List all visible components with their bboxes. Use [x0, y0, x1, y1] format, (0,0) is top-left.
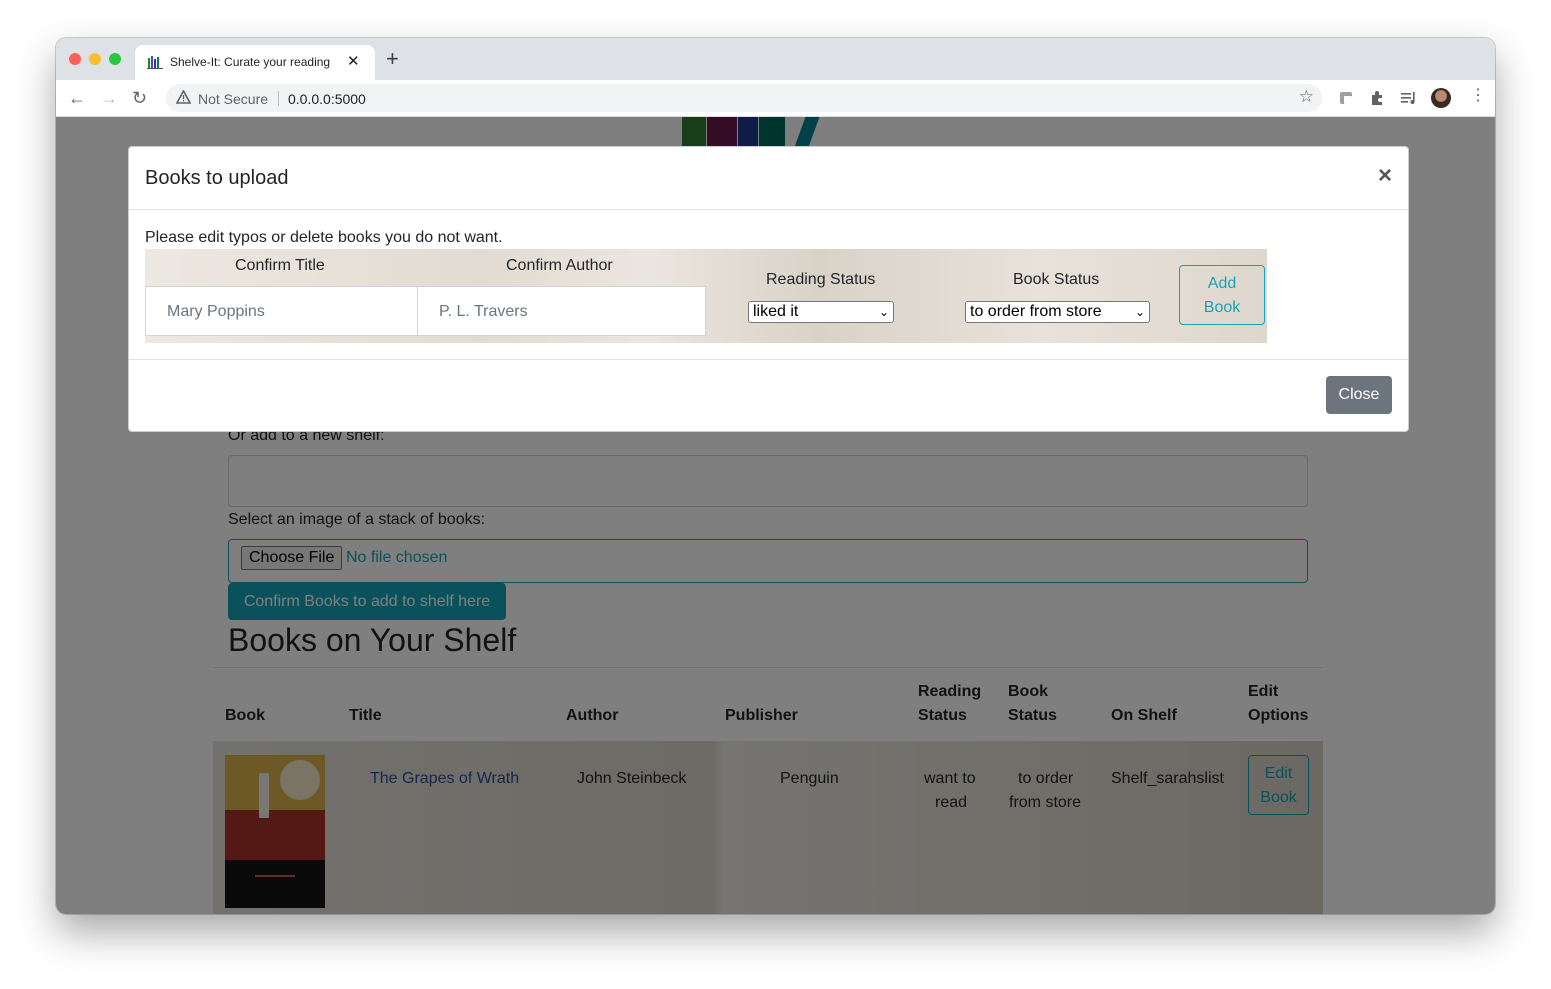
- tab-title: Shelve-It: Curate your reading: [170, 55, 331, 69]
- reading-status-value: liked it: [753, 303, 799, 320]
- confirm-title-label: Confirm Title: [235, 257, 325, 274]
- browser-window: Shelve-It: Curate your reading ✕ + ← → ↻…: [56, 38, 1495, 914]
- profile-avatar[interactable]: [1431, 88, 1451, 108]
- upload-modal: Books to upload × Please edit typos or d…: [128, 146, 1409, 432]
- add-book-label-line2: Book: [1203, 299, 1241, 316]
- menu-kebab-icon[interactable]: ⋮: [1470, 87, 1486, 105]
- modal-title: Books to upload: [145, 167, 289, 189]
- new-tab-button[interactable]: +: [386, 48, 399, 70]
- confirm-author-input[interactable]: P. L. Travers: [417, 286, 706, 336]
- books-favicon-icon: [147, 56, 163, 69]
- book-status-value: to order from store: [970, 303, 1102, 320]
- reload-icon[interactable]: ↻: [132, 88, 147, 108]
- puzzle-icon[interactable]: [1369, 90, 1385, 106]
- chevron-down-icon: ⌄: [1134, 305, 1145, 319]
- modal-message: Please edit typos or delete books you do…: [145, 229, 503, 246]
- reading-status-label: Reading Status: [766, 271, 876, 288]
- modal-divider-bottom: [129, 359, 1408, 360]
- tab-close-icon[interactable]: ✕: [347, 52, 360, 70]
- close-window-button[interactable]: [69, 53, 81, 65]
- confirm-author-label: Confirm Author: [506, 257, 613, 274]
- browser-tab[interactable]: Shelve-It: Curate your reading ✕: [135, 45, 375, 80]
- warning-icon: [176, 90, 191, 104]
- not-secure-label: Not Secure: [198, 91, 269, 107]
- page-content: Or add to a new shelf: Select an image o…: [56, 117, 1495, 914]
- modal-close-icon[interactable]: ×: [1378, 164, 1392, 188]
- tab-strip: Shelve-It: Curate your reading ✕ +: [56, 38, 1495, 80]
- add-book-label-line1: Add: [1207, 275, 1237, 292]
- add-book-button[interactable]: Add Book: [1179, 265, 1265, 325]
- chevron-down-icon: ⌄: [878, 305, 889, 319]
- media-queue-icon[interactable]: [1400, 90, 1418, 106]
- maximize-window-button[interactable]: [109, 53, 121, 65]
- book-status-label: Book Status: [1013, 271, 1100, 288]
- forward-arrow-icon[interactable]: →: [100, 88, 118, 108]
- back-arrow-icon[interactable]: ←: [68, 88, 86, 108]
- address-separator: [278, 91, 279, 106]
- book-status-select[interactable]: to order from store ⌄: [965, 301, 1150, 323]
- reading-status-select[interactable]: liked it ⌄: [748, 301, 894, 323]
- minimize-window-button[interactable]: [89, 53, 101, 65]
- modal-close-button[interactable]: Close: [1326, 376, 1392, 414]
- browser-toolbar: ← → ↻ Not Secure 0.0.0.0:5000 ☆: [56, 80, 1495, 117]
- confirm-title-input[interactable]: Mary Poppins: [145, 286, 418, 336]
- url-text[interactable]: 0.0.0.0:5000: [288, 91, 366, 107]
- bookmark-star-icon[interactable]: ☆: [1299, 87, 1314, 107]
- modal-divider-top: [129, 209, 1408, 210]
- address-bar[interactable]: Not Secure 0.0.0.0:5000 ☆: [166, 84, 1322, 112]
- extension-icon[interactable]: [1338, 90, 1354, 106]
- book-confirm-form: Confirm Title Confirm Author Reading Sta…: [145, 249, 1267, 343]
